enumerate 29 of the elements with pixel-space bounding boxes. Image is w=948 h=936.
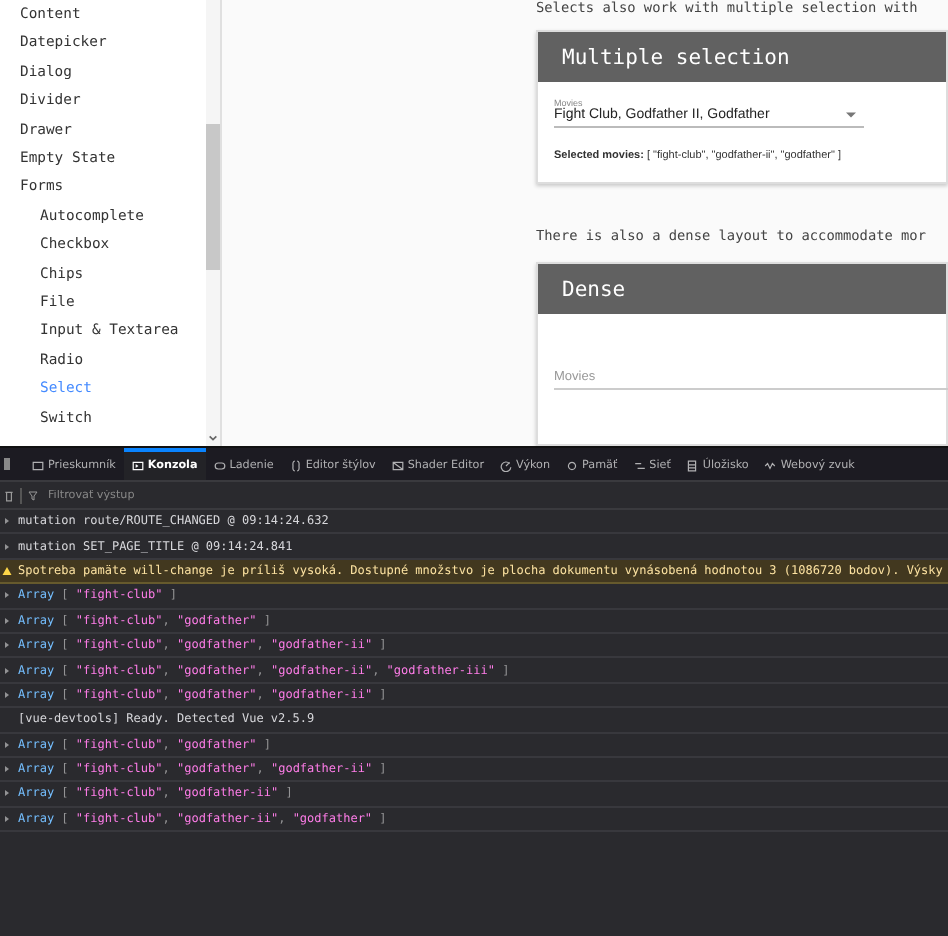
console-icon xyxy=(131,460,144,472)
expand-arrow-icon[interactable] xyxy=(2,590,12,601)
expand-arrow-icon[interactable] xyxy=(2,640,12,651)
wave-icon xyxy=(764,460,777,472)
expand-arrow-icon[interactable] xyxy=(2,516,12,527)
expand-arrow-icon[interactable] xyxy=(2,665,12,676)
expand-arrow-icon[interactable] xyxy=(2,689,12,700)
ring-icon xyxy=(566,460,579,472)
expand-arrow-icon[interactable] xyxy=(2,739,12,750)
window-icon xyxy=(32,460,44,472)
funnel-icon xyxy=(28,489,38,501)
expand-arrow-icon[interactable] xyxy=(2,813,12,824)
pill-icon xyxy=(213,460,226,472)
expand-arrow-icon[interactable] xyxy=(2,788,12,799)
gauge-icon xyxy=(500,460,513,472)
image-icon xyxy=(391,460,404,472)
scrollbar[interactable] xyxy=(206,0,220,446)
warning-icon xyxy=(2,565,12,576)
caret-icon xyxy=(846,112,856,118)
expand-arrow-icon[interactable] xyxy=(2,541,12,552)
expand-arrow-icon[interactable] xyxy=(2,615,12,626)
expand-arrow-icon[interactable] xyxy=(2,764,12,775)
card-title: Dense xyxy=(562,277,626,301)
trash-icon[interactable] xyxy=(4,489,14,501)
database-icon xyxy=(686,460,699,472)
lines-icon xyxy=(633,460,646,472)
card-title: Multiple selection xyxy=(562,45,790,69)
braces-icon xyxy=(289,460,302,472)
scroll-down-icon[interactable] xyxy=(208,434,218,442)
